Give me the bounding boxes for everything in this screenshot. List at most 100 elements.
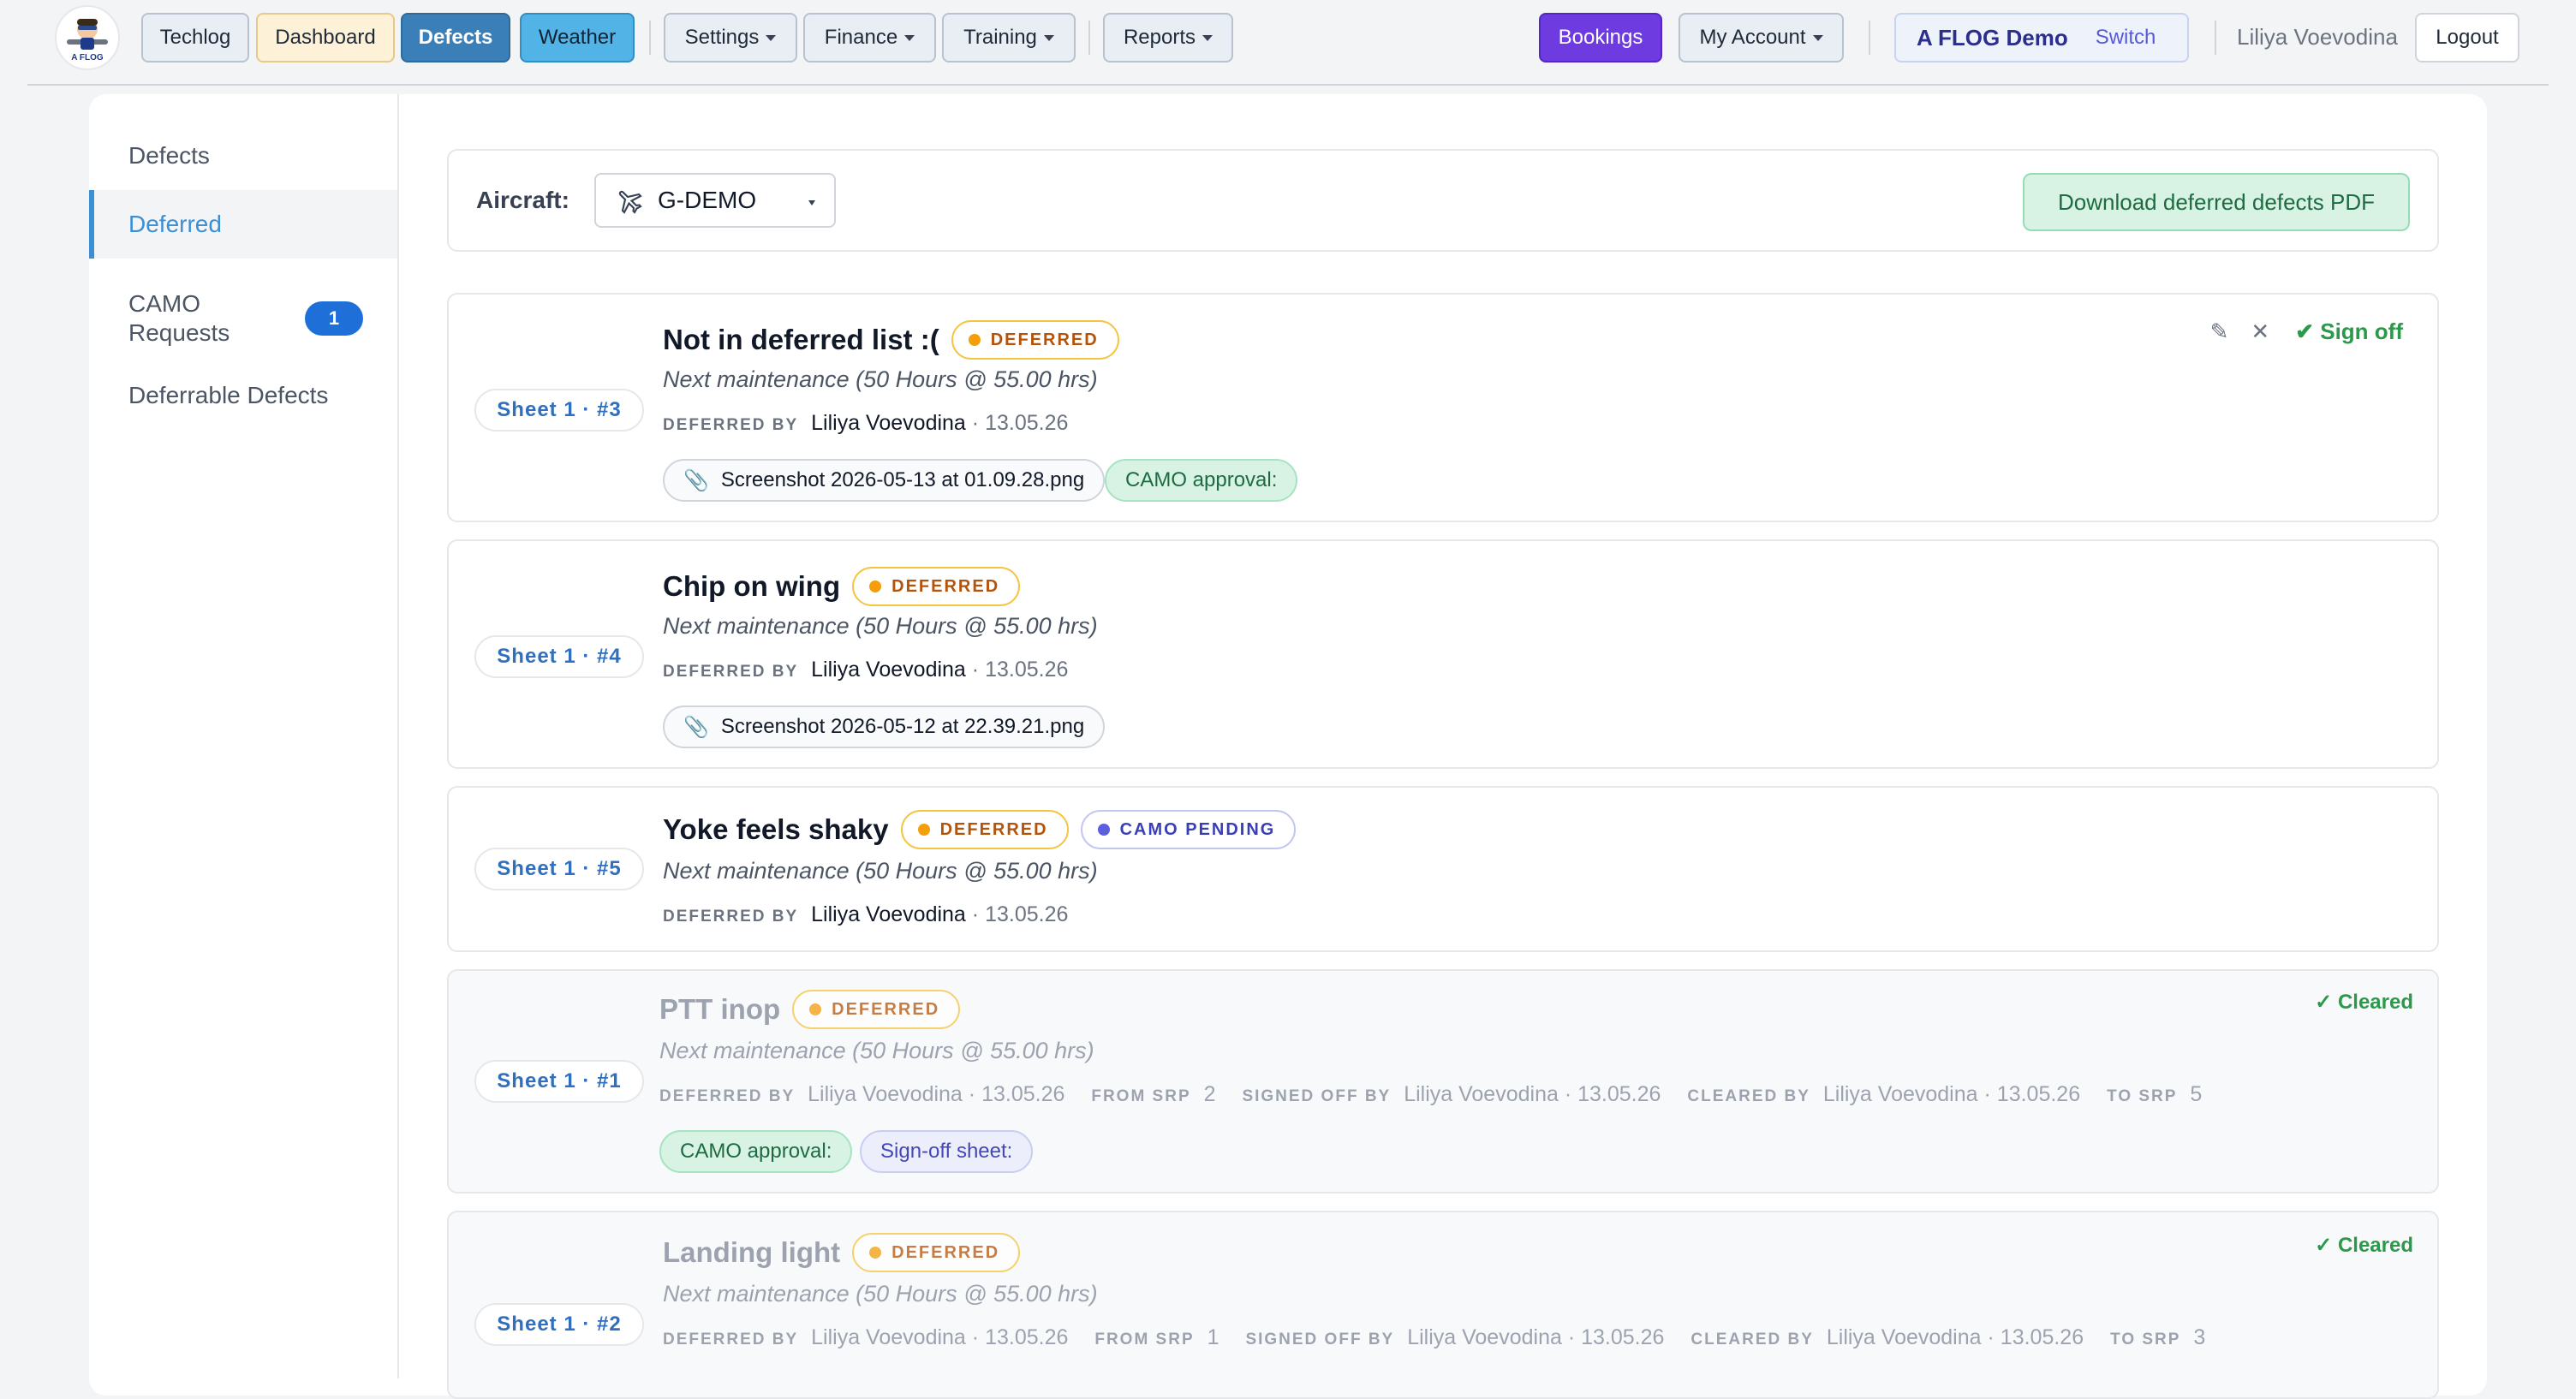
signed-off-name: Liliya Voevodina bbox=[1404, 1082, 1559, 1106]
deferred-date: · 13.05.26 bbox=[971, 658, 1069, 682]
camo-pending-badge: CAMO PENDING bbox=[1080, 810, 1297, 849]
close-icon[interactable]: ✕ bbox=[2251, 318, 2269, 345]
defect-title-row: Chip on wing DEFERRED bbox=[663, 565, 1021, 608]
sidebar-item-deferrable-defects[interactable]: Deferrable Defects bbox=[89, 372, 397, 420]
weather-label: Weather bbox=[538, 26, 617, 49]
techlog-button[interactable]: Techlog bbox=[141, 13, 249, 63]
sidebar: Defects Deferred CAMO Requests 1 Deferra… bbox=[89, 94, 399, 1378]
badge-label: DEFERRED bbox=[891, 576, 1000, 596]
camo-approval-chip[interactable]: CAMO approval: bbox=[659, 1130, 853, 1173]
defect-title: PTT inop bbox=[659, 993, 781, 1025]
paperclip-icon: 📎 bbox=[683, 468, 709, 492]
badge-label: DEFERRED bbox=[832, 999, 940, 1019]
attachment-chip[interactable]: 📎 Screenshot 2026-05-13 at 01.09.28.png bbox=[663, 459, 1106, 502]
camo-approval-chip[interactable]: CAMO approval: bbox=[1105, 459, 1298, 502]
sheet-ref-link[interactable]: Sheet 1 · #4 bbox=[474, 635, 644, 678]
download-deferred-pdf-button[interactable]: Download deferred defects PDF bbox=[2023, 173, 2410, 231]
to-srp-label: TO SRP bbox=[2110, 1331, 2181, 1348]
edit-pencil-icon[interactable]: ✎ bbox=[2210, 318, 2229, 345]
to-srp-label: TO SRP bbox=[2107, 1087, 2178, 1105]
from-srp-value: 2 bbox=[1203, 1082, 1216, 1106]
deferred-date: · 13.05.26 bbox=[971, 1325, 1069, 1349]
deferred-by-group: DEFERRED BY Liliya Voevodina · 13.05.26 bbox=[659, 1082, 1064, 1106]
defect-meta: DEFERRED BY Liliya Voevodina · 13.05.26 bbox=[663, 902, 1068, 927]
status-dot-icon bbox=[917, 824, 930, 836]
sign-off-button[interactable]: ✔ Sign off bbox=[2295, 318, 2403, 345]
deferred-status-badge: DEFERRED bbox=[951, 320, 1119, 360]
dashboard-button[interactable]: Dashboard bbox=[256, 13, 395, 63]
attachment-filename: Screenshot 2026-05-13 at 01.09.28.png bbox=[720, 468, 1085, 491]
settings-dropdown[interactable]: Settings bbox=[664, 13, 797, 63]
my-account-label: My Account bbox=[1699, 26, 1806, 49]
svg-text:A FLOG: A FLOG bbox=[71, 53, 104, 63]
caret-down-icon bbox=[904, 34, 915, 41]
defect-meta: DEFERRED BY Liliya Voevodina · 13.05.26 … bbox=[663, 1325, 2226, 1350]
finance-label: Finance bbox=[824, 26, 898, 49]
cleared-date: · 13.05.26 bbox=[1987, 1325, 2084, 1349]
next-maintenance-text: Next maintenance (50 Hours @ 55.00 hrs) bbox=[663, 613, 1098, 639]
status-dot-icon bbox=[869, 580, 882, 592]
sheet-ref-label: Sheet 1 · #2 bbox=[497, 1313, 622, 1336]
badge-label: DEFERRED bbox=[939, 819, 1048, 839]
weather-button[interactable]: Weather bbox=[520, 13, 635, 63]
signed-off-date: · 13.05.26 bbox=[1564, 1082, 1661, 1106]
signed-off-name: Liliya Voevodina bbox=[1407, 1325, 1562, 1349]
sidebar-item-deferred[interactable]: Deferred bbox=[89, 190, 397, 259]
sheet-ref-link[interactable]: Sheet 1 · #2 bbox=[474, 1303, 644, 1346]
next-maintenance-text: Next maintenance (50 Hours @ 55.00 hrs) bbox=[663, 858, 1098, 884]
sidebar-item-camo-requests[interactable]: CAMO Requests 1 bbox=[89, 276, 397, 361]
defect-card: Sheet 1 · #4 Chip on wing DEFERRED Next … bbox=[447, 539, 2439, 769]
sheet-ref-link[interactable]: Sheet 1 · #1 bbox=[474, 1060, 644, 1103]
app-logo[interactable]: A FLOG bbox=[55, 5, 120, 70]
cleared-by-group: CLEARED BY Liliya Voevodina · 13.05.26 bbox=[1687, 1082, 2080, 1106]
bookings-button[interactable]: Bookings bbox=[1539, 13, 1662, 63]
defects-button[interactable]: Defects bbox=[401, 13, 510, 63]
sign-off-label: Sign off bbox=[2320, 318, 2403, 344]
to-srp-group: TO SRP 3 bbox=[2110, 1325, 2205, 1349]
attachment-chip[interactable]: 📎 Screenshot 2026-05-12 at 22.39.21.png bbox=[663, 705, 1106, 748]
logout-button[interactable]: Logout bbox=[2415, 13, 2519, 63]
from-srp-group: FROM SRP 2 bbox=[1091, 1082, 1215, 1106]
org-switcher[interactable]: A FLOG Demo Switch bbox=[1894, 13, 2189, 63]
badge-label: DEFERRED bbox=[990, 330, 1099, 349]
sheet-ref-link[interactable]: Sheet 1 · #3 bbox=[474, 389, 644, 432]
defect-title-row: Not in deferred list :( DEFERRED bbox=[663, 318, 1119, 361]
deferred-by-name: Liliya Voevodina bbox=[808, 1082, 963, 1106]
attachment-filename: Screenshot 2026-05-12 at 22.39.21.png bbox=[720, 715, 1085, 738]
next-maintenance-text: Next maintenance (50 Hours @ 55.00 hrs) bbox=[659, 1038, 1094, 1063]
reports-dropdown[interactable]: Reports bbox=[1103, 13, 1233, 63]
nav-divider bbox=[649, 21, 651, 55]
finance-dropdown[interactable]: Finance bbox=[803, 13, 936, 63]
defects-label: Defects bbox=[418, 26, 493, 49]
defect-meta: DEFERRED BY Liliya Voevodina · 13.05.26 bbox=[663, 411, 1068, 436]
camo-requests-count-badge: 1 bbox=[305, 301, 363, 336]
org-name: A FLOG Demo bbox=[1917, 24, 2068, 51]
caret-down-icon bbox=[1202, 34, 1213, 41]
cleared-by-group: CLEARED BY Liliya Voevodina · 13.05.26 bbox=[1690, 1325, 2084, 1349]
signed-off-label: SIGNED OFF BY bbox=[1245, 1331, 1395, 1348]
defect-card: Sheet 1 · #3 Not in deferred list :( DEF… bbox=[447, 293, 2439, 522]
sheet-ref-link[interactable]: Sheet 1 · #5 bbox=[474, 848, 644, 890]
defect-title: Chip on wing bbox=[663, 570, 841, 602]
deferred-date: · 13.05.26 bbox=[971, 902, 1069, 926]
defect-card: Sheet 1 · #5 Yoke feels shaky DEFERRED C… bbox=[447, 786, 2439, 952]
training-dropdown[interactable]: Training bbox=[942, 13, 1076, 63]
sheet-ref-label: Sheet 1 · #4 bbox=[497, 645, 622, 668]
aircraft-select[interactable]: G-DEMO bbox=[594, 173, 836, 228]
signed-off-group: SIGNED OFF BY Liliya Voevodina · 13.05.2… bbox=[1242, 1082, 1661, 1106]
paperclip-icon: 📎 bbox=[683, 715, 709, 739]
deferred-status-badge: DEFERRED bbox=[852, 1233, 1021, 1272]
defect-title-row: Yoke feels shaky DEFERRED CAMO PENDING bbox=[663, 808, 1297, 851]
switch-link[interactable]: Switch bbox=[2096, 26, 2156, 50]
nav-divider bbox=[2215, 21, 2216, 55]
sheet-ref-label: Sheet 1 · #3 bbox=[497, 398, 622, 421]
sign-off-sheet-chip[interactable]: Sign-off sheet: bbox=[860, 1130, 1034, 1173]
deferred-date: · 13.05.26 bbox=[971, 411, 1069, 435]
from-srp-label: FROM SRP bbox=[1091, 1087, 1191, 1105]
my-account-dropdown[interactable]: My Account bbox=[1679, 13, 1844, 63]
defect-title: Not in deferred list :( bbox=[663, 324, 939, 355]
sidebar-item-defects[interactable]: Defects bbox=[89, 132, 397, 180]
nav-divider bbox=[1088, 21, 1090, 55]
caret-down-icon bbox=[766, 34, 777, 41]
cleared-by-label: CLEARED BY bbox=[1687, 1087, 1810, 1105]
